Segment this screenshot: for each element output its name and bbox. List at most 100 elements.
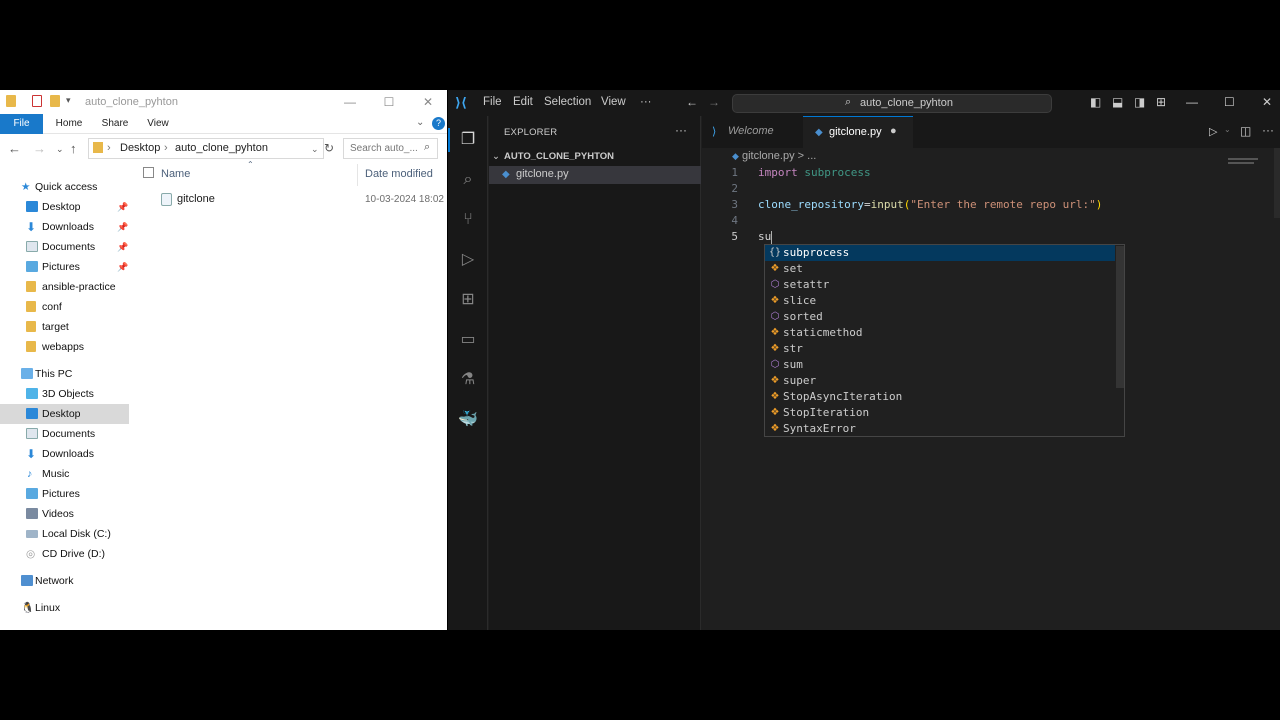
suggestion-scrollbar[interactable]: [1116, 246, 1124, 388]
nav-folder-webapps[interactable]: webapps: [0, 337, 129, 357]
back-arrow-icon[interactable]: ←: [686, 95, 698, 109]
suggestion-item[interactable]: ❖ set: [765, 261, 1115, 277]
chevron-down-icon[interactable]: ⌄: [311, 144, 319, 155]
suggestion-item[interactable]: ❖ str: [765, 341, 1115, 357]
suggestion-item[interactable]: {} subprocess: [765, 245, 1115, 261]
workspace-folder[interactable]: ⌄ AUTO_CLONE_PYHTON: [489, 149, 701, 167]
file-row[interactable]: gitclone 10-03-2024 18:02: [139, 190, 447, 210]
suggestion-item[interactable]: ❖ StopIteration: [765, 405, 1115, 421]
nav-pictures[interactable]: Pictures: [0, 484, 129, 504]
nav-music[interactable]: ♪ Music: [0, 464, 129, 484]
nav-folder-target[interactable]: target: [0, 317, 129, 337]
nav-downloads-pinned[interactable]: ⬇ Downloads 📌: [0, 217, 129, 237]
search-icon[interactable]: ⌕: [457, 169, 479, 191]
customize-quick-access-icon[interactable]: ▾: [66, 95, 71, 106]
file-tree-item[interactable]: ◆ gitclone.py: [489, 166, 701, 184]
nav-local-disk[interactable]: Local Disk (C:): [0, 524, 129, 544]
close-button[interactable]: ✕: [1262, 95, 1272, 109]
nav-network[interactable]: Network: [0, 571, 129, 591]
column-date-modified[interactable]: Date modified: [365, 168, 433, 180]
menu-edit[interactable]: Edit: [513, 96, 533, 108]
forward-arrow-icon[interactable]: →: [708, 95, 720, 109]
explorer-files-icon[interactable]: ❐: [457, 129, 479, 151]
forward-arrow-icon[interactable]: →: [33, 141, 46, 156]
up-arrow-icon[interactable]: ↑: [70, 141, 77, 156]
more-actions-icon[interactable]: ···: [1262, 123, 1274, 137]
nav-documents-pinned[interactable]: Documents 📌: [0, 237, 129, 257]
suggestion-item[interactable]: ⬡ sum: [765, 357, 1115, 373]
nav-cd-drive[interactable]: ◎ CD Drive (D:): [0, 544, 129, 564]
source-control-icon[interactable]: ⑂: [457, 209, 479, 231]
nav-desktop[interactable]: Desktop: [0, 404, 129, 424]
nav-folder-conf[interactable]: conf: [0, 297, 129, 317]
code-editor[interactable]: ◆ gitclone.py > ... 1 2 3 4 5 import sub…: [702, 148, 1280, 630]
customize-layout-icon[interactable]: ⊞: [1156, 95, 1166, 109]
suggestion-item[interactable]: ❖ super: [765, 373, 1115, 389]
suggestion-item[interactable]: ❖ StopAsyncIteration: [765, 389, 1115, 405]
suggestion-item[interactable]: ❖ slice: [765, 293, 1115, 309]
address-bar[interactable]: › Desktop › auto_clone_pyhton ⌄: [88, 138, 324, 159]
menu-view[interactable]: View: [601, 96, 626, 108]
tab-file[interactable]: File: [0, 114, 43, 134]
breadcrumb-desktop[interactable]: Desktop: [120, 142, 160, 154]
breadcrumb-folder[interactable]: auto_clone_pyhton: [175, 142, 268, 154]
nav-documents[interactable]: Documents: [0, 424, 129, 444]
minimize-button[interactable]: —: [335, 92, 365, 112]
column-name[interactable]: Name: [161, 168, 190, 180]
suggestion-item[interactable]: ❖ staticmethod: [765, 325, 1115, 341]
maximize-button[interactable]: ☐: [1224, 95, 1235, 109]
new-folder-icon[interactable]: [50, 95, 60, 107]
help-icon[interactable]: ?: [432, 117, 445, 130]
command-center[interactable]: ⌕ auto_clone_pyhton: [732, 94, 1052, 113]
nav-desktop-pinned[interactable]: Desktop 📌: [0, 197, 129, 217]
tab-share[interactable]: Share: [100, 114, 130, 134]
properties-icon[interactable]: [32, 95, 42, 107]
nav-linux[interactable]: 🐧 Linux: [0, 598, 129, 618]
breadcrumb-file[interactable]: gitclone.py: [742, 150, 795, 162]
maximize-button[interactable]: ☐: [374, 92, 404, 112]
nav-pictures-pinned[interactable]: Pictures 📌: [0, 257, 129, 277]
suggestion-item[interactable]: ⬡ sorted: [765, 309, 1115, 325]
run-debug-icon[interactable]: ▷: [457, 249, 479, 271]
docker-icon[interactable]: 🐳: [457, 409, 479, 431]
run-python-icon[interactable]: ▷: [1209, 125, 1217, 138]
expand-ribbon-icon[interactable]: ⌄: [416, 117, 424, 128]
minimize-button[interactable]: —: [1186, 95, 1198, 109]
tab-home[interactable]: Home: [52, 114, 86, 134]
menu-selection[interactable]: Selection: [544, 96, 591, 108]
tab-welcome[interactable]: ⟩ Welcome: [702, 116, 802, 148]
breadcrumb-symbols[interactable]: ...: [807, 150, 816, 162]
menu-more[interactable]: ···: [640, 96, 652, 108]
refresh-icon[interactable]: ↻: [324, 141, 334, 155]
suggestion-item[interactable]: ⬡ setattr: [765, 277, 1115, 293]
extensions-icon[interactable]: ⊞: [457, 289, 479, 311]
chevron-down-icon[interactable]: ⌄: [1224, 125, 1231, 134]
vertical-scrollbar[interactable]: [1274, 148, 1280, 218]
back-arrow-icon[interactable]: ←: [8, 141, 21, 156]
recent-locations-icon[interactable]: ⌄: [56, 144, 64, 155]
tab-gitclone[interactable]: ◆ gitclone.py ●: [803, 116, 913, 148]
toggle-panel-icon[interactable]: ⬓: [1112, 95, 1123, 109]
more-actions-icon[interactable]: ···: [675, 123, 687, 137]
toggle-primary-sidebar-icon[interactable]: ◧: [1090, 95, 1101, 109]
nav-3d-objects[interactable]: 3D Objects: [0, 384, 129, 404]
nav-quick-access[interactable]: ★ Quick access: [0, 177, 129, 197]
remote-explorer-icon[interactable]: ▭: [457, 329, 479, 351]
nav-downloads[interactable]: ⬇ Downloads: [0, 444, 129, 464]
tab-view[interactable]: View: [145, 114, 171, 134]
nav-this-pc[interactable]: This PC: [0, 364, 129, 384]
minimap[interactable]: [1228, 162, 1254, 164]
toggle-secondary-sidebar-icon[interactable]: ◨: [1134, 95, 1145, 109]
nav-videos[interactable]: Videos: [0, 504, 129, 524]
nav-folder-ansible[interactable]: ansible-practice: [0, 277, 129, 297]
suggestion-item[interactable]: ❖ SyntaxError: [765, 421, 1115, 437]
close-button[interactable]: ✕: [413, 92, 443, 112]
minimap[interactable]: [1228, 158, 1258, 160]
menu-file[interactable]: File: [483, 96, 502, 108]
testing-flask-icon[interactable]: ⚗: [457, 369, 479, 391]
search-box[interactable]: Search auto_... ⌕: [343, 138, 438, 159]
unsaved-dot-icon[interactable]: ●: [890, 125, 897, 137]
split-editor-icon[interactable]: ◫: [1240, 124, 1251, 138]
column-divider[interactable]: [357, 164, 358, 186]
select-all-checkbox[interactable]: [143, 167, 154, 178]
